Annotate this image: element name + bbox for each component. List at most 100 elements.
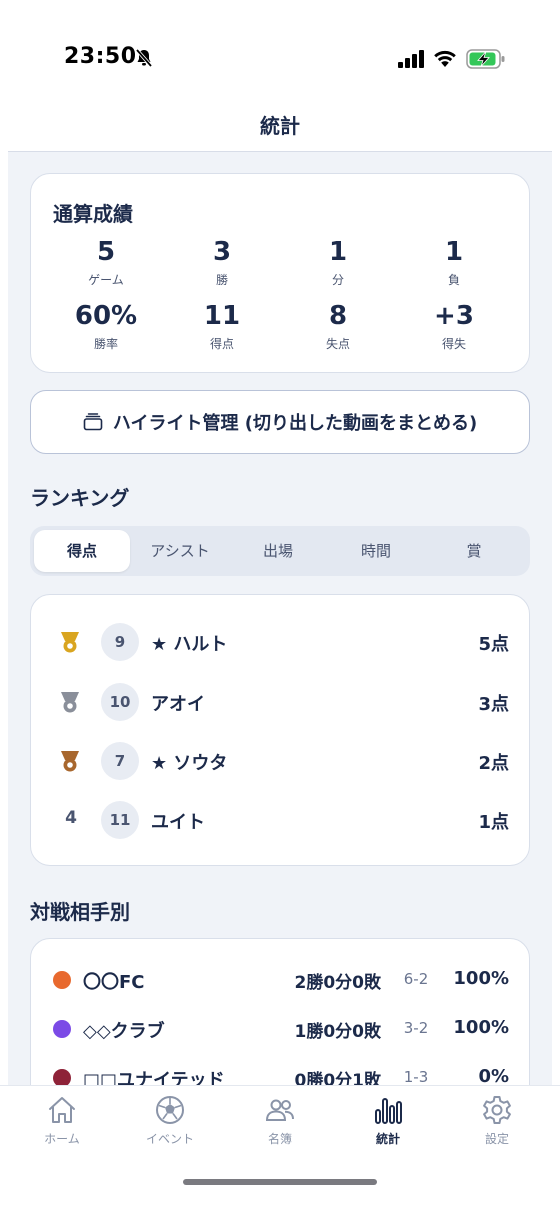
- tab-assists[interactable]: アシスト: [132, 530, 228, 572]
- tab-settings[interactable]: 設定: [447, 1094, 547, 1147]
- stat-win-rate: 60% 勝率: [51, 300, 161, 352]
- bar-chart-icon: [375, 1098, 402, 1124]
- opponent-score: 1-3: [403, 1068, 429, 1085]
- jersey-number: 9: [101, 623, 139, 661]
- stat-goals-for: 11 得点: [167, 300, 277, 352]
- team-color-dot: [53, 1069, 71, 1085]
- page-title: 統計: [260, 114, 300, 138]
- stat-value: 1: [444, 237, 464, 267]
- tab-label: ホーム: [44, 1132, 80, 1146]
- player-name: アオイ: [151, 694, 205, 715]
- tab-label: 統計: [375, 1132, 400, 1146]
- battery-charging-icon: [466, 49, 505, 69]
- stat-goals-against: 8 失点: [283, 300, 393, 352]
- stat-games: 5 ゲーム: [51, 236, 161, 288]
- people-icon: [265, 1099, 294, 1121]
- player-score: 2点: [478, 753, 509, 774]
- tab-events[interactable]: イベント: [120, 1094, 220, 1147]
- home-icon: [49, 1097, 75, 1123]
- tab-label: イベント: [145, 1132, 194, 1146]
- nav-header: 統計: [0, 100, 560, 152]
- stat-wins: 3 勝: [167, 236, 277, 288]
- player-name: ユイト: [151, 812, 205, 833]
- opponent-win-rate: 100%: [453, 968, 509, 989]
- stat-label: 勝率: [93, 337, 118, 351]
- player-score: 5点: [478, 634, 509, 655]
- stat-label: 得点: [209, 337, 234, 351]
- stat-value: 5: [96, 237, 116, 267]
- opponent-row[interactable]: ◇◇クラブ 1勝0分0敗 3-2 100%: [31, 1008, 531, 1048]
- opponents-card: 〇〇FC 2勝0分0敗 6-2 100% ◇◇クラブ 1勝0分0敗 3-2 10…: [30, 938, 530, 1085]
- opponent-name: ◇◇クラブ: [83, 1021, 165, 1042]
- stat-value: 8: [328, 301, 348, 331]
- jersey-number: 10: [101, 683, 139, 721]
- opponent-name: 〇〇FC: [83, 972, 145, 993]
- tab-roster[interactable]: 名簿: [230, 1094, 330, 1147]
- jersey-number: 11: [101, 801, 139, 839]
- team-color-dot: [53, 1020, 71, 1038]
- tab-label: 設定: [484, 1132, 509, 1146]
- stat-losses: 1 負: [399, 236, 509, 288]
- rank-number: 4: [65, 808, 77, 828]
- wifi-icon: [434, 50, 456, 67]
- stat-goal-difference: +3 得失: [399, 300, 509, 352]
- tab-bar: ホーム イベント 名簿 統計 設定: [0, 1085, 560, 1212]
- jersey-number: 7: [101, 742, 139, 780]
- player-score: 1点: [478, 812, 509, 833]
- stat-draws: 1 分: [283, 236, 393, 288]
- ranking-card: 9 ★ ハルト 5点 10 アオイ 3点 7 ★ ソウタ 2点 4 11 ユイト…: [30, 594, 530, 866]
- soccer-ball-icon: [156, 1096, 184, 1124]
- stack-icon: [83, 413, 103, 431]
- stat-value: 3: [212, 237, 232, 267]
- stat-value: 11: [203, 301, 241, 331]
- ranking-row[interactable]: 9 ★ ハルト 5点: [31, 617, 531, 667]
- opponent-record: 1勝0分0敗: [294, 1022, 382, 1042]
- ranking-title: ランキング: [30, 486, 130, 510]
- highlight-button-label: ハイライト管理 (切り出した動画をまとめる): [112, 413, 478, 434]
- opponent-score: 6-2: [403, 970, 429, 988]
- ranking-row[interactable]: 4 11 ユイト 1点: [31, 795, 531, 845]
- bell-slash-icon: [135, 48, 153, 68]
- stat-label: 負: [447, 273, 460, 287]
- ranking-row[interactable]: 7 ★ ソウタ 2点: [31, 736, 531, 786]
- home-indicator[interactable]: [183, 1179, 377, 1185]
- tab-minutes[interactable]: 時間: [328, 530, 424, 572]
- ranking-segment-control: 得点 アシスト 出場 時間 賞: [30, 526, 530, 576]
- opponent-record: 2勝0分0敗: [294, 973, 382, 993]
- stat-label: 分: [331, 273, 344, 287]
- status-bar: 23:50: [0, 0, 560, 100]
- status-time: 23:50: [64, 44, 137, 69]
- summary-title: 通算成績: [53, 202, 133, 226]
- gear-icon: [483, 1096, 511, 1124]
- opponent-name: □□ユナイテッド: [83, 1070, 225, 1085]
- tab-awards[interactable]: 賞: [426, 530, 522, 572]
- player-score: 3点: [478, 694, 509, 715]
- stat-label: 失点: [325, 337, 350, 351]
- tab-home[interactable]: ホーム: [12, 1094, 112, 1147]
- stat-value: 1: [328, 237, 348, 267]
- tab-stats[interactable]: 統計: [338, 1094, 438, 1147]
- ranking-row[interactable]: 10 アオイ 3点: [31, 677, 531, 727]
- player-name: ★ ソウタ: [151, 753, 228, 774]
- stat-label: 勝: [215, 273, 228, 287]
- stat-label: 得失: [441, 337, 466, 351]
- stat-value: 60%: [74, 301, 138, 331]
- opponents-title: 対戦相手別: [30, 900, 130, 924]
- highlight-manage-button[interactable]: ハイライト管理 (切り出した動画をまとめる): [30, 390, 530, 454]
- silver-medal-icon: [61, 692, 79, 713]
- opponent-row[interactable]: 〇〇FC 2勝0分0敗 6-2 100%: [31, 959, 531, 999]
- tab-appearances[interactable]: 出場: [230, 530, 326, 572]
- opponent-win-rate: 0%: [478, 1066, 509, 1085]
- opponent-row[interactable]: □□ユナイテッド 0勝0分1敗 1-3 0%: [31, 1057, 531, 1085]
- opponent-win-rate: 100%: [453, 1017, 509, 1038]
- career-summary-card: 通算成績 5 ゲーム 3 勝 1 分 1 負 60% 勝率 11 得点 8 失点: [30, 173, 530, 373]
- opponent-score: 3-2: [403, 1019, 429, 1037]
- gold-medal-icon: [61, 632, 79, 653]
- opponent-record: 0勝0分1敗: [294, 1071, 382, 1085]
- player-name: ★ ハルト: [151, 634, 228, 655]
- team-color-dot: [53, 971, 71, 989]
- bronze-medal-icon: [61, 751, 79, 772]
- cellular-signal-icon: [398, 50, 424, 68]
- stats-scroll-area[interactable]: 通算成績 5 ゲーム 3 勝 1 分 1 負 60% 勝率 11 得点 8 失点: [8, 152, 552, 1085]
- tab-goals[interactable]: 得点: [34, 530, 130, 572]
